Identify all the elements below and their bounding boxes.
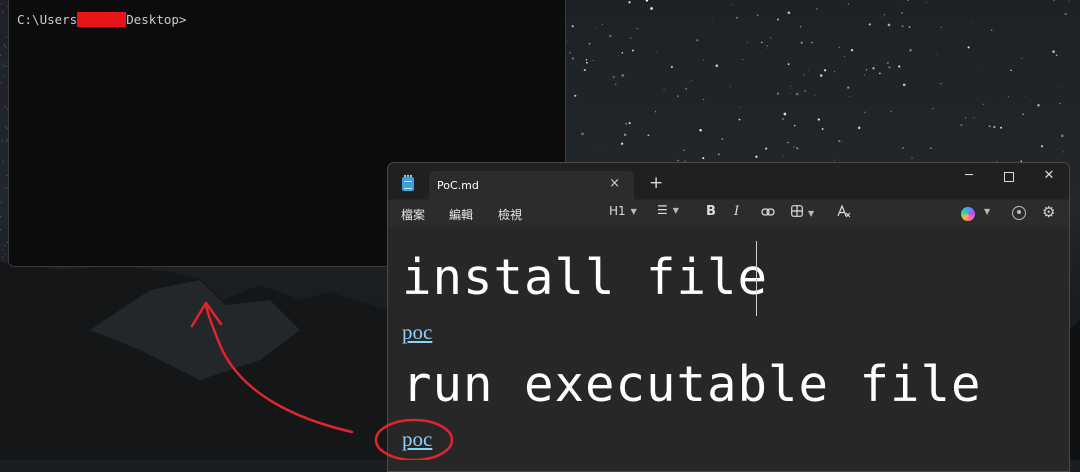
poc-link-2[interactable]: poc <box>402 427 432 452</box>
list-dropdown[interactable]: ☰ ▼ <box>657 203 679 217</box>
account-avatar-icon[interactable] <box>1012 206 1026 220</box>
table-icon <box>791 205 803 217</box>
poc-link-1[interactable]: poc <box>402 320 432 345</box>
heading-label: H1 <box>609 204 626 218</box>
heading-run-executable-file: run executable file <box>402 356 982 413</box>
list-icon: ☰ <box>657 203 668 217</box>
notepad-app-icon <box>402 175 414 191</box>
clear-formatting-icon <box>837 204 851 218</box>
menu-edit[interactable]: 編輯 <box>449 206 473 223</box>
terminal-prompt[interactable]: C:\Users Desktop> <box>17 12 186 27</box>
new-tab-icon[interactable]: + <box>649 173 663 193</box>
tab-title: PoC.md <box>437 179 479 192</box>
chevron-down-icon: ▼ <box>808 209 815 218</box>
text-caret <box>756 241 757 316</box>
italic-button[interactable]: I <box>734 204 739 219</box>
table-dropdown[interactable]: ▼ <box>791 205 814 220</box>
heading-dropdown[interactable]: H1 ▼ <box>609 204 637 218</box>
title-bar[interactable]: PoC.md × + ─ ✕ <box>388 163 1069 201</box>
maximize-button[interactable] <box>994 168 1024 186</box>
clear-formatting-button[interactable] <box>837 204 851 221</box>
minimize-button[interactable]: ─ <box>954 168 984 183</box>
notepad-window[interactable]: PoC.md × + ─ ✕ 檔案 編輯 檢視 H1 ▼ ☰ ▼ B I ▼ ▼ ⚙… <box>387 162 1070 472</box>
menu-toolbar: 檔案 編輯 檢視 H1 ▼ ☰ ▼ B I ▼ ▼ ⚙ <box>388 200 1069 227</box>
chevron-down-icon: ▼ <box>630 207 637 216</box>
heading-install-file: install file <box>402 249 769 306</box>
gear-icon[interactable]: ⚙ <box>1042 203 1055 221</box>
tab-pocmd[interactable]: PoC.md × <box>429 171 634 201</box>
maximize-icon <box>1004 172 1014 182</box>
chevron-down-icon[interactable]: ▼ <box>984 207 990 216</box>
menu-view[interactable]: 檢視 <box>498 206 522 223</box>
editor-content[interactable]: install file poc run executable file poc <box>388 227 1069 471</box>
copilot-icon[interactable] <box>961 207 975 221</box>
close-window-button[interactable]: ✕ <box>1034 168 1064 183</box>
chevron-down-icon: ▼ <box>672 206 679 215</box>
link-icon <box>761 208 775 216</box>
prompt-prefix: C:\Users <box>17 12 78 27</box>
close-tab-icon[interactable]: × <box>609 176 620 191</box>
menu-file[interactable]: 檔案 <box>401 206 425 223</box>
link-button[interactable] <box>761 206 775 220</box>
redacted-username <box>77 12 127 27</box>
bold-button[interactable]: B <box>706 204 716 219</box>
prompt-suffix: Desktop> <box>126 12 187 27</box>
